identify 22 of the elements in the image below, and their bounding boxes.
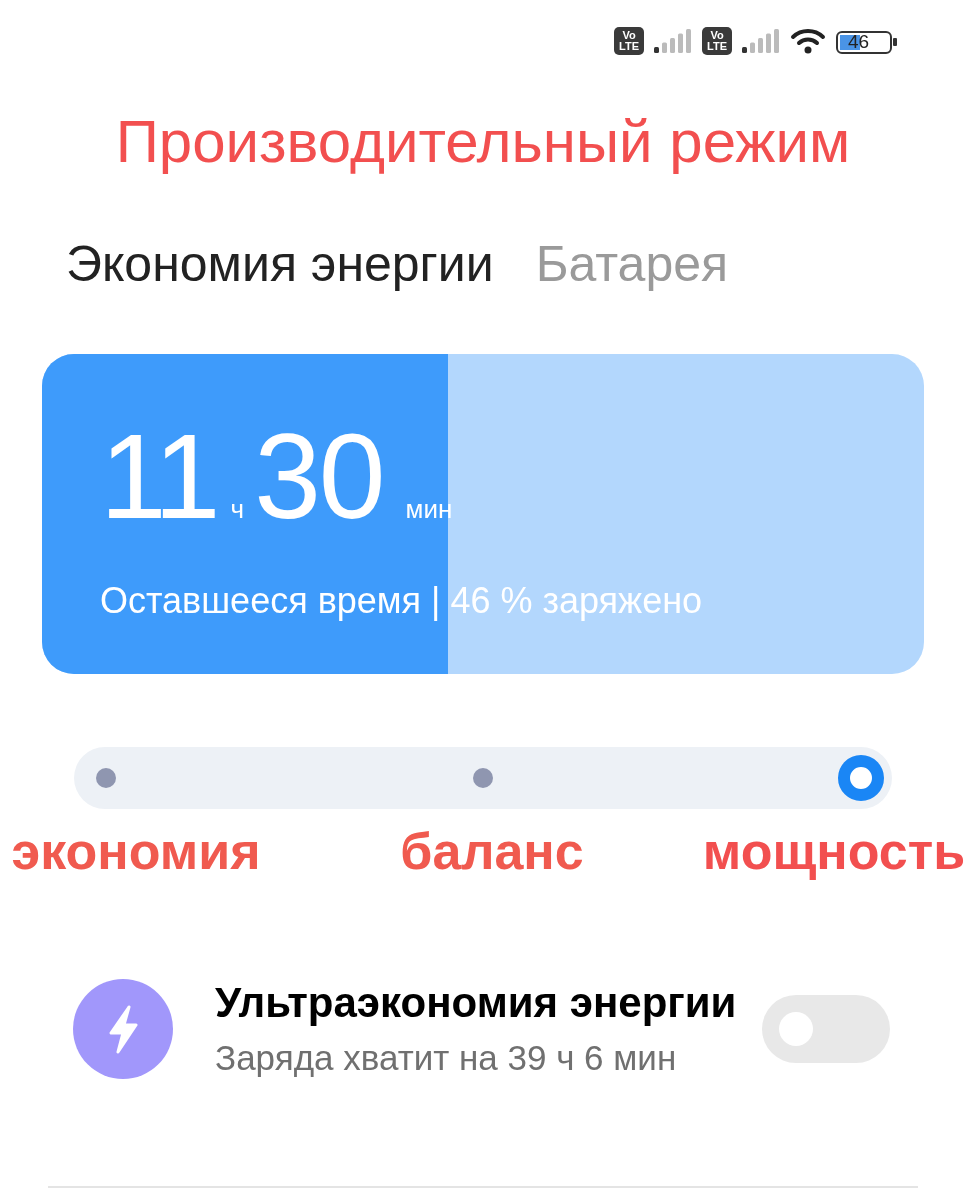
mode-label: баланс [400,823,584,879]
mode-label: экономия [11,823,261,879]
tab[interactable]: Экономия энергии [66,236,494,292]
slider-stop[interactable] [96,768,116,788]
minutes-value: 30 [254,416,384,536]
setting-title: Ультраэкономия энергии [215,980,738,1026]
setting-subtitle: Заряда хватит на 39 ч 6 мин [215,1038,678,1078]
badge-text: LTE [619,41,639,52]
wifi-icon [790,27,826,55]
slider-thumb[interactable] [838,755,884,801]
hours-value: 11 [100,416,217,536]
signal-icon [654,29,692,53]
lightning-icon [73,979,173,1079]
badge-text: Vo [710,30,724,41]
slider-stop[interactable] [473,768,493,788]
annotation-title: Производительный режим [115,108,851,175]
hours-unit: ч [230,493,245,526]
mode-label: мощность [702,823,966,879]
remaining-caption: Оставшееся время | 46 % заряжено [100,579,703,623]
signal-icon [742,29,780,53]
badge-text: Vo [622,30,636,41]
badge-text: LTE [707,41,727,52]
